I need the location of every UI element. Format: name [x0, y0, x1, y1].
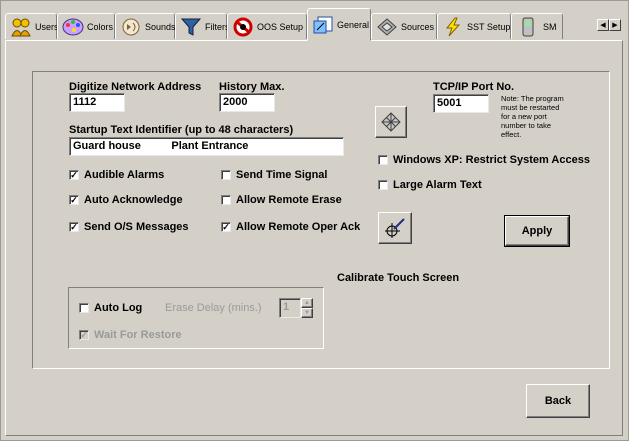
- tab-sm[interactable]: SM: [511, 13, 563, 39]
- tab-scroll-left-button[interactable]: ◀: [597, 19, 609, 31]
- calibrate-touch-screen-label: Calibrate Touch Screen: [337, 272, 460, 284]
- general-icon: [312, 14, 334, 36]
- tab-sounds[interactable]: Sounds: [115, 13, 176, 39]
- history-max-label: History Max.: [219, 81, 285, 93]
- sources-icon: [376, 16, 398, 38]
- auto-log-label: Auto Log: [94, 302, 143, 314]
- windows-xp-restrict-label: Windows XP: Restrict System Access: [393, 154, 590, 166]
- device-icon: [516, 16, 540, 38]
- spin-up-button[interactable]: ▲: [301, 298, 313, 308]
- tab-sst-setup[interactable]: SST Setup: [437, 13, 511, 39]
- send-time-signal-box[interactable]: [221, 170, 231, 180]
- allow-remote-erase-label: Allow Remote Erase: [236, 194, 342, 206]
- send-os-messages-checkbox[interactable]: ✓ Send O/S Messages: [69, 221, 189, 233]
- tcp-port-label: TCP/IP Port No.: [433, 81, 515, 93]
- tab-users-label: Users: [35, 21, 59, 32]
- settings-window: Users Colors Sounds Filters OOS Setup Ge: [0, 0, 629, 441]
- large-alarm-text-box[interactable]: [378, 180, 388, 190]
- allow-remote-oper-ack-label: Allow Remote Oper Ack: [236, 221, 361, 233]
- tab-general-label: General: [337, 19, 370, 30]
- crosshair-pen-icon: [385, 218, 405, 238]
- erase-delay-label: Erase Delay (mins.): [165, 302, 262, 314]
- send-os-messages-label: Send O/S Messages: [84, 221, 189, 233]
- spin-down-button[interactable]: ▼: [301, 308, 313, 318]
- auto-acknowledge-checkbox[interactable]: ✓ Auto Acknowledge: [69, 194, 183, 206]
- history-max-input[interactable]: 2000: [219, 93, 275, 112]
- back-button[interactable]: Back: [526, 384, 590, 418]
- tab-scroll-right-button[interactable]: ▶: [609, 19, 621, 31]
- windows-xp-restrict-checkbox[interactable]: Windows XP: Restrict System Access: [378, 154, 590, 166]
- erase-delay-input[interactable]: 1: [279, 298, 301, 318]
- windows-xp-restrict-box[interactable]: [378, 155, 388, 165]
- tab-users[interactable]: Users: [5, 13, 59, 39]
- large-alarm-text-checkbox[interactable]: Large Alarm Text: [378, 179, 482, 191]
- tab-bar: Users Colors Sounds Filters OOS Setup Ge: [5, 5, 623, 41]
- auto-acknowledge-label: Auto Acknowledge: [84, 194, 183, 206]
- tab-filters[interactable]: Filters: [175, 13, 230, 39]
- digitize-label: Digitize Network Address: [69, 81, 202, 93]
- allow-remote-erase-box[interactable]: [221, 195, 231, 205]
- tcp-port-note: Note: The program must be restarted for …: [501, 94, 564, 139]
- auto-log-checkbox[interactable]: Auto Log: [79, 302, 142, 314]
- calibrate-touch-screen-button[interactable]: [378, 212, 412, 244]
- allow-remote-oper-ack-checkbox[interactable]: ✓ Allow Remote Oper Ack: [221, 221, 360, 233]
- apply-button[interactable]: Apply: [504, 215, 570, 247]
- tab-colors-label: Colors: [87, 21, 114, 32]
- wait-for-restore-box[interactable]: ✓: [79, 330, 89, 340]
- audible-alarms-checkbox[interactable]: ✓ Audible Alarms: [69, 169, 164, 181]
- palette-icon: [62, 16, 84, 38]
- send-os-messages-box[interactable]: ✓: [69, 222, 79, 232]
- tab-colors[interactable]: Colors: [57, 13, 115, 39]
- general-tab-page: Digitize Network Address 1112 History Ma…: [5, 40, 623, 436]
- lightning-icon: [442, 16, 464, 38]
- auto-acknowledge-box[interactable]: ✓: [69, 195, 79, 205]
- tab-sst-setup-label: SST Setup: [467, 21, 511, 32]
- startup-text-input[interactable]: Guard house Plant Entrance: [69, 137, 344, 156]
- tab-sources-label: Sources: [401, 21, 435, 32]
- auto-log-box[interactable]: [79, 303, 89, 313]
- sounds-icon: [120, 16, 142, 38]
- tab-sources[interactable]: Sources: [371, 13, 437, 39]
- tab-general[interactable]: General: [307, 8, 371, 41]
- large-alarm-text-label: Large Alarm Text: [393, 179, 482, 191]
- wait-for-restore-label: Wait For Restore: [94, 329, 182, 341]
- allow-remote-erase-checkbox[interactable]: Allow Remote Erase: [221, 194, 342, 206]
- auto-log-group: Auto Log Erase Delay (mins.) 1 ▲ ▼ ✓ Wai…: [68, 287, 324, 349]
- allow-remote-oper-ack-box[interactable]: ✓: [221, 222, 231, 232]
- erase-delay-spinner[interactable]: 1 ▲ ▼: [279, 298, 313, 318]
- tab-oos-setup-label: OOS Setup: [257, 21, 304, 32]
- network-grid-icon: [381, 112, 401, 132]
- send-time-signal-checkbox[interactable]: Send Time Signal: [221, 169, 328, 181]
- tab-oos-setup[interactable]: OOS Setup: [227, 13, 307, 39]
- tab-sm-label: SM: [543, 21, 557, 32]
- tcp-port-input[interactable]: 5001: [433, 94, 489, 113]
- no-entry-icon: [232, 16, 254, 38]
- filter-icon: [180, 16, 202, 38]
- tab-filters-label: Filters: [205, 21, 230, 32]
- startup-text-label: Startup Text Identifier (up to 48 charac…: [69, 124, 294, 136]
- wait-for-restore-checkbox[interactable]: ✓ Wait For Restore: [79, 329, 182, 341]
- tab-sounds-label: Sounds: [145, 21, 176, 32]
- send-time-signal-label: Send Time Signal: [236, 169, 328, 181]
- digitize-address-input[interactable]: 1112: [69, 93, 125, 112]
- users-icon: [10, 16, 32, 38]
- audible-alarms-box[interactable]: ✓: [69, 170, 79, 180]
- network-settings-button[interactable]: [375, 106, 407, 138]
- audible-alarms-label: Audible Alarms: [84, 169, 165, 181]
